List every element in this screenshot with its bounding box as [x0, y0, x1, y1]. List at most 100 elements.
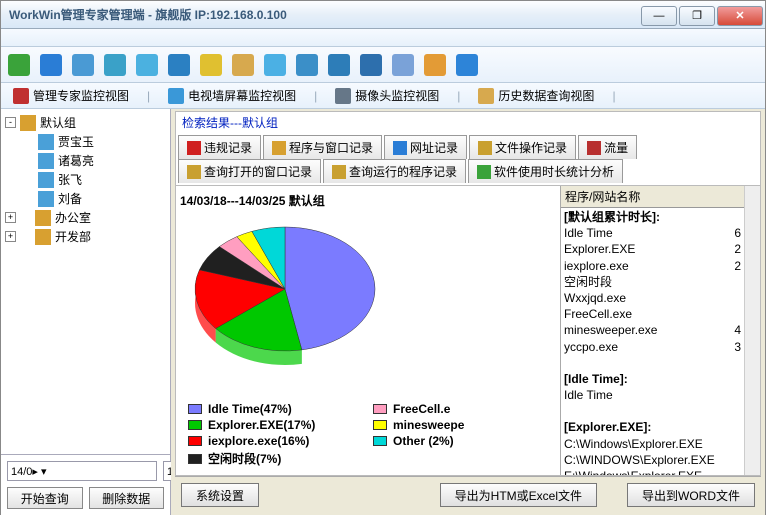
- minimize-button[interactable]: —: [641, 6, 677, 26]
- movie-icon[interactable]: [357, 51, 385, 79]
- maximize-button[interactable]: ❐: [679, 6, 715, 26]
- tree-user[interactable]: 刘备: [23, 189, 166, 208]
- mail-icon[interactable]: [229, 51, 257, 79]
- list-group-header: [Idle Time]:: [564, 371, 741, 387]
- legend-item: minesweepe: [373, 418, 548, 432]
- list-item[interactable]: iexplore.exe2: [564, 258, 741, 274]
- legend-item: Explorer.EXE(17%): [188, 418, 363, 432]
- stats-list[interactable]: [默认组累计时长]:Idle Time6Explorer.EXE2iexplor…: [561, 208, 744, 475]
- monitor-icon: [38, 172, 54, 188]
- screen-icon: [136, 54, 158, 76]
- grid-icon: [328, 54, 350, 76]
- pcview-icon[interactable]: [101, 51, 129, 79]
- mail-icon: [232, 54, 254, 76]
- head-icon[interactable]: [389, 51, 417, 79]
- search-result-line: 检索结果---默认组: [175, 111, 761, 133]
- globe-icon: [40, 54, 62, 76]
- tab-traffic[interactable]: 流量: [578, 135, 637, 159]
- tab-fileop[interactable]: 文件操作记录: [469, 135, 576, 159]
- tab-manage-icon: [13, 88, 29, 104]
- tab-label: 摄像头监控视图: [355, 87, 439, 104]
- tab-url[interactable]: 网址记录: [384, 135, 467, 159]
- title-bar: WorkWin管理专家管理端 - 旗舰版 IP:192.168.0.100 — …: [1, 1, 765, 29]
- tab-qwin[interactable]: 查询打开的窗口记录: [178, 159, 321, 183]
- legend-item: 空闲时段(7%): [188, 450, 363, 467]
- qprog-icon: [332, 165, 346, 179]
- monitor-icon: [38, 191, 54, 207]
- tree-group[interactable]: +办公室: [5, 208, 166, 227]
- close-button[interactable]: ✕: [717, 6, 763, 26]
- tab-history[interactable]: 历史数据查询视图: [472, 84, 600, 107]
- list-item[interactable]: Wxxjqd.exe: [564, 290, 741, 306]
- stats-list-pane: 程序/网站名称 [默认组累计时长]:Idle Time6Explorer.EXE…: [560, 186, 744, 475]
- globe-icon[interactable]: [37, 51, 65, 79]
- chart-pane: 14/03/18---14/03/25 默认组 Idle Time(47%)Fr…: [176, 186, 560, 475]
- progwin-icon: [272, 141, 286, 155]
- tab-camera[interactable]: 摄像头监控视图: [329, 84, 445, 107]
- system-settings-button[interactable]: 系统设置: [181, 483, 259, 507]
- list-item[interactable]: minesweeper.exe4: [564, 322, 741, 338]
- file-icon[interactable]: [197, 51, 225, 79]
- tree-view[interactable]: - 默认组 贾宝玉诸葛亮张飞刘备 +办公室+开发部: [1, 109, 170, 454]
- monitor-icon[interactable]: [69, 51, 97, 79]
- group-icon: [20, 115, 36, 131]
- cpu-icon[interactable]: [165, 51, 193, 79]
- expand-icon[interactable]: -: [5, 117, 16, 128]
- tab-stats[interactable]: 软件使用时长统计分析: [468, 159, 623, 183]
- group-icon: [35, 229, 51, 245]
- list-item[interactable]: FreeCell.exe: [564, 306, 741, 322]
- twoscreens-icon[interactable]: [293, 51, 321, 79]
- export-word-button[interactable]: 导出到WORD文件: [627, 483, 755, 507]
- list-item[interactable]: C:\WINDOWS\Explorer.EXE: [564, 452, 741, 468]
- tree-root-label[interactable]: 默认组: [40, 114, 76, 131]
- refresh-icon[interactable]: [261, 51, 289, 79]
- tab-manage[interactable]: 管理专家监控视图: [7, 84, 135, 107]
- refresh-icon: [264, 54, 286, 76]
- group-icon: [35, 210, 51, 226]
- app-icon[interactable]: [5, 51, 33, 79]
- legend-item: FreeCell.e: [373, 402, 548, 416]
- export-excel-button[interactable]: 导出为HTM或Excel文件: [440, 483, 597, 507]
- list-item[interactable]: yccpo.exe3: [564, 339, 741, 355]
- bottom-bar: 系统设置 导出为HTM或Excel文件 导出到WORD文件: [175, 476, 761, 513]
- settings-icon[interactable]: [453, 51, 481, 79]
- violation-icon: [187, 141, 201, 155]
- list-item[interactable]: E:\Windows\Explorer.EXE: [564, 468, 741, 475]
- head-icon: [392, 54, 414, 76]
- query-tabs: 查询打开的窗口记录查询运行的程序记录软件使用时长统计分析: [175, 159, 761, 186]
- tab-qprog[interactable]: 查询运行的程序记录: [323, 159, 466, 183]
- grid-icon[interactable]: [325, 51, 353, 79]
- menu-bar: [1, 29, 765, 47]
- pie-chart: [180, 211, 390, 381]
- list-item[interactable]: 空闲时段: [564, 274, 741, 290]
- tab-violation[interactable]: 违规记录: [178, 135, 261, 159]
- tree-user[interactable]: 贾宝玉: [23, 132, 166, 151]
- cpu-icon: [168, 54, 190, 76]
- date-from-input[interactable]: [7, 461, 157, 481]
- list-item[interactable]: Explorer.EXE2: [564, 241, 741, 257]
- expand-icon[interactable]: +: [5, 212, 16, 223]
- legend-item: iexplore.exe(16%): [188, 434, 363, 448]
- tree-user[interactable]: 张飞: [23, 170, 166, 189]
- tab-progwin[interactable]: 程序与窗口记录: [263, 135, 382, 159]
- tab-camera-icon: [335, 88, 351, 104]
- list-item[interactable]: Idle Time: [564, 387, 741, 403]
- pie-slice: [285, 227, 375, 350]
- screen-icon[interactable]: [133, 51, 161, 79]
- tab-tvwall[interactable]: 电视墙屏幕监控视图: [162, 84, 302, 107]
- user-icon[interactable]: [421, 51, 449, 79]
- list-scrollbar[interactable]: [744, 186, 760, 475]
- url-icon: [393, 141, 407, 155]
- list-item[interactable]: C:\Windows\Explorer.EXE: [564, 436, 741, 452]
- legend-item: Idle Time(47%): [188, 402, 363, 416]
- list-item[interactable]: Idle Time6: [564, 225, 741, 241]
- expand-icon[interactable]: +: [5, 231, 16, 242]
- tree-group[interactable]: +开发部: [5, 227, 166, 246]
- tree-user[interactable]: 诸葛亮: [23, 151, 166, 170]
- twoscreens-icon: [296, 54, 318, 76]
- start-query-button[interactable]: 开始查询: [7, 487, 83, 509]
- delete-data-button[interactable]: 删除数据: [89, 487, 165, 509]
- file-icon: [200, 54, 222, 76]
- monitor-icon: [38, 153, 54, 169]
- traffic-icon: [587, 141, 601, 155]
